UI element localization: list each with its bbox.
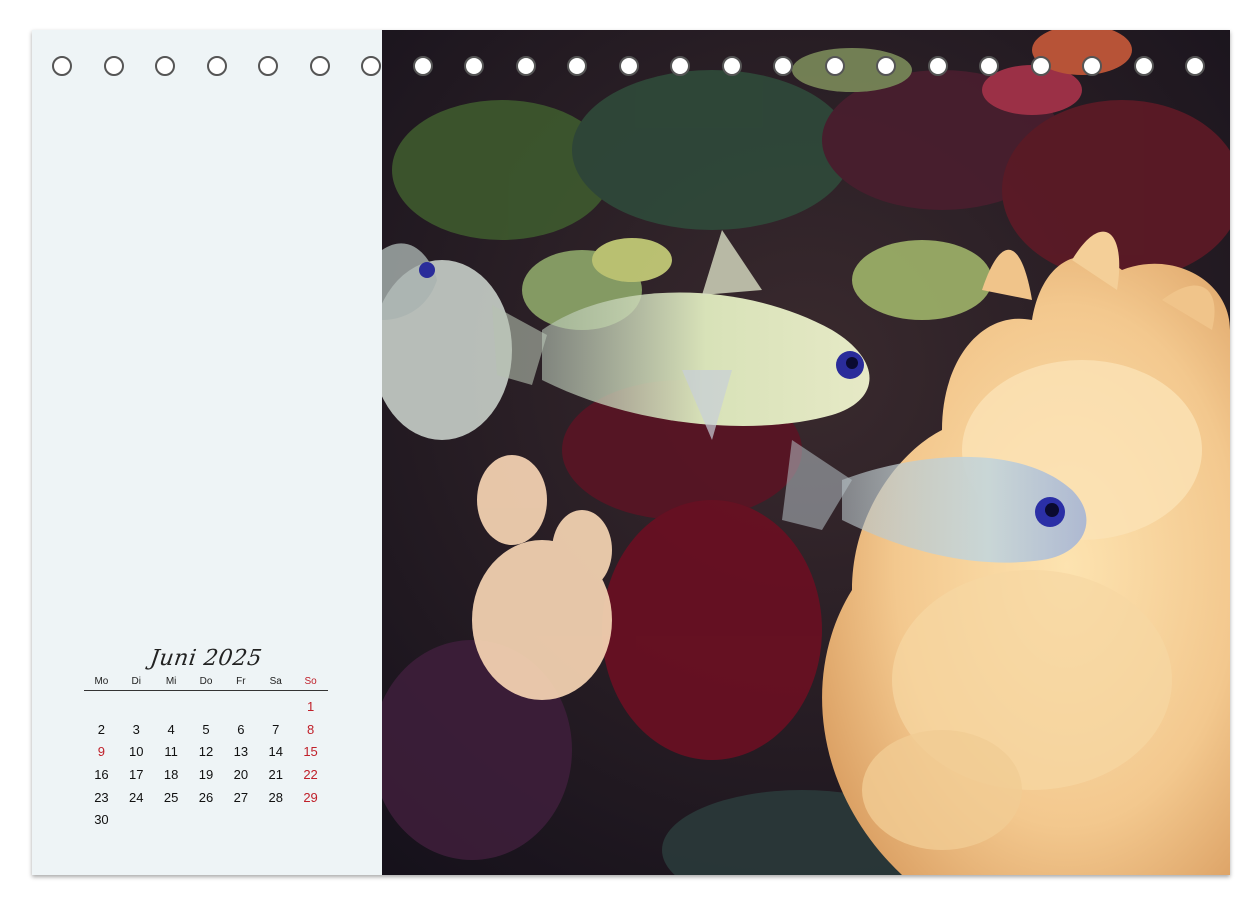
day-cell: 10: [129, 744, 144, 760]
binding-hole: [1133, 56, 1154, 76]
empty-day: [258, 695, 293, 718]
weekday-label: Sa: [269, 676, 282, 687]
binding-hole: [670, 56, 690, 76]
day-cell: 30: [94, 812, 109, 828]
binding-hole: [567, 56, 587, 76]
binding-hole: [618, 56, 639, 76]
binding-hole: [155, 56, 175, 76]
day-cell: 12: [198, 744, 214, 760]
day-cell: 20: [233, 766, 249, 782]
day-cell: 22: [303, 766, 318, 782]
weekday-header: Mo Di Mi Do Fr Sa So: [84, 676, 328, 691]
day-cell: 18: [163, 766, 179, 782]
weekday-label: Fr: [236, 676, 246, 687]
fish-coral-illustration: [382, 30, 1230, 875]
binding-hole: [412, 56, 433, 76]
day-cell: 13: [233, 744, 249, 760]
day-cell: 15: [303, 744, 318, 760]
day-cell: 1: [306, 698, 315, 714]
empty-day: [119, 695, 154, 718]
empty-day: [223, 695, 258, 718]
reef-photo: [382, 30, 1230, 875]
day-cell: 11: [164, 744, 178, 760]
day-cell: 17: [129, 766, 144, 782]
day-cell: 3: [132, 721, 140, 737]
binding-hole: [1030, 56, 1051, 76]
day-cell: 26: [198, 789, 214, 805]
binding-hole: [515, 56, 536, 76]
binding-hole: [52, 56, 72, 76]
day-cell: 6: [237, 721, 245, 737]
day-cell: 9: [97, 744, 106, 760]
weekday-label: Di: [131, 676, 141, 687]
empty-day: [154, 695, 189, 718]
binding-hole: [773, 56, 793, 76]
binding-hole: [206, 56, 227, 76]
weekday-label: Mo: [94, 676, 109, 687]
weekday-label: Do: [199, 676, 213, 687]
day-cell: 23: [94, 789, 109, 805]
binding-hole: [824, 56, 845, 76]
binding-hole: [1082, 56, 1102, 76]
month-title: Juni 2025: [148, 646, 264, 671]
binding-hole: [979, 56, 999, 76]
calendar-page: Juni 2025 Mo Di Mi Do Fr Sa So 1 2 3 4 5 6 7 8 9 10 11 12…: [32, 30, 1230, 875]
day-cell: 21: [268, 766, 283, 782]
month-calendar: Juni 2025 Mo Di Mi Do Fr Sa So 1 2 3 4 5 6 7 8 9 10 11 12…: [84, 642, 328, 831]
binding-hole: [361, 56, 381, 76]
binding-hole: [103, 56, 124, 76]
day-cell: 4: [167, 721, 175, 737]
binding-hole: [876, 56, 896, 76]
weekday-label: Mi: [165, 676, 177, 687]
day-cell: 27: [233, 789, 249, 805]
binding-holes: [32, 30, 1230, 76]
empty-day: [84, 695, 119, 718]
day-cell: 5: [202, 721, 210, 737]
day-cell: 24: [129, 789, 144, 805]
day-cell: 25: [163, 789, 179, 805]
day-cell: 2: [97, 721, 106, 737]
weekday-label: So: [304, 676, 317, 687]
day-cell: 16: [94, 766, 109, 782]
binding-hole: [464, 56, 484, 76]
day-grid: 1 2 3 4 5 6 7 8 9 10 11 12 13 14 15 16 17 18 19 20 21 22 23 24 2…: [84, 695, 328, 831]
day-cell: 8: [306, 721, 315, 737]
calendar-panel: Juni 2025 Mo Di Mi Do Fr Sa So 1 2 3 4 5 6 7 8 9 10 11 12…: [32, 30, 382, 875]
day-cell: 29: [303, 789, 318, 805]
day-cell: 14: [268, 744, 283, 760]
empty-day: [189, 695, 224, 718]
day-cell: 19: [198, 766, 214, 782]
binding-hole: [309, 56, 330, 76]
binding-hole: [927, 56, 948, 76]
binding-hole: [258, 56, 278, 76]
day-cell: 7: [272, 721, 280, 737]
day-cell: 28: [268, 789, 283, 805]
binding-hole: [1185, 56, 1205, 76]
binding-hole: [721, 56, 742, 76]
